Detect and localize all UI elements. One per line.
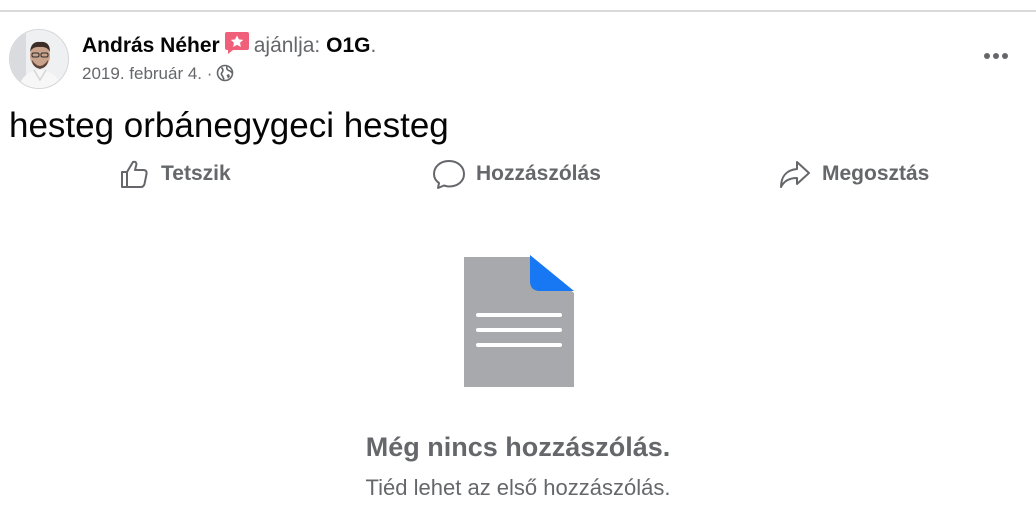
share-button[interactable]: Megosztás: [778, 156, 929, 192]
comment-button[interactable]: Hozzászólás: [432, 156, 601, 192]
avatar[interactable]: [9, 29, 69, 89]
page-suffix: .: [370, 34, 377, 57]
post-meta: 2019. február 4. ·: [82, 63, 234, 85]
like-button[interactable]: Tetszik: [119, 156, 231, 192]
post-text: hesteg orbánegygeci hesteg: [9, 106, 449, 145]
share-arrow-icon: [780, 161, 810, 188]
share-label: Megosztás: [822, 162, 930, 185]
document-icon: [462, 255, 576, 394]
top-divider: [0, 10, 1036, 12]
recommends-text: ajánlja:: [253, 34, 321, 57]
thumbs-up-icon: [121, 160, 148, 188]
more-options-button[interactable]: [978, 42, 1014, 68]
more-icon: [984, 53, 1008, 59]
page-link[interactable]: O1G: [326, 34, 370, 57]
empty-state-title: Még nincs hozzászólás.: [365, 432, 671, 462]
comment-bubble-icon: [433, 160, 465, 189]
like-label: Tetszik: [161, 162, 231, 185]
post-header: András Néher ajánlja: O1G.: [82, 31, 376, 62]
globe-icon: [212, 64, 234, 83]
post-date[interactable]: 2019. február 4.: [82, 64, 202, 83]
comment-label: Hozzászólás: [476, 162, 601, 185]
empty-state-subtitle: Tiéd lehet az első hozzászólás.: [365, 475, 671, 500]
recommendation-star-icon: [224, 31, 250, 62]
author-name[interactable]: András Néher: [82, 34, 220, 57]
avatar-image: [10, 30, 68, 88]
